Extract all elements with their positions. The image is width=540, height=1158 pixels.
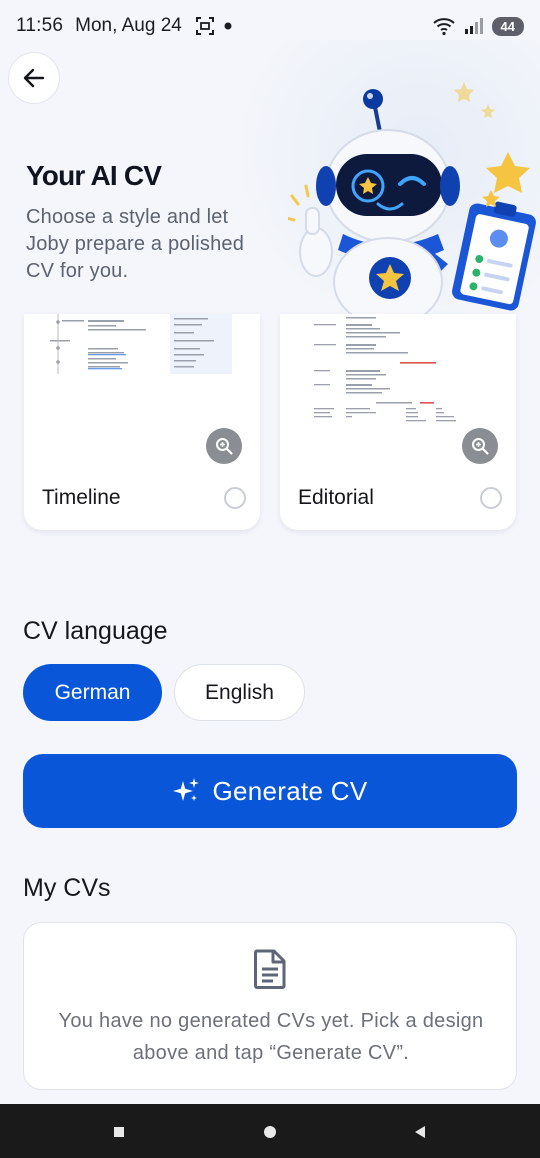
recents-button[interactable] xyxy=(114,1127,124,1137)
empty-state-card: You have no generated CVs yet. Pick a de… xyxy=(23,922,517,1090)
language-option-english[interactable]: English xyxy=(174,664,305,721)
template-card-timeline[interactable]: Timeline xyxy=(24,314,260,530)
template-radio[interactable] xyxy=(224,487,246,509)
status-bar: 11:56 Mon, Aug 24 44 xyxy=(0,0,540,52)
battery-indicator: 44 xyxy=(491,16,524,36)
language-selector: German English xyxy=(23,664,305,721)
page-title: Your AI CV xyxy=(26,160,162,191)
zoom-button[interactable] xyxy=(206,428,242,464)
cv-language-title: CV language xyxy=(23,617,168,645)
status-date: Mon, Aug 24 xyxy=(75,15,182,36)
language-option-german[interactable]: German xyxy=(23,664,162,721)
page-subtitle: Choose a style and let Joby prepare a po… xyxy=(26,206,245,282)
template-label: Editorial xyxy=(298,486,374,509)
robot-mascot-illustration xyxy=(288,82,536,318)
system-navigation-bar xyxy=(0,1104,540,1158)
template-card-editorial[interactable]: Editorial xyxy=(280,314,516,530)
home-button[interactable] xyxy=(264,1126,276,1138)
template-label: Timeline xyxy=(42,486,121,509)
zoom-in-icon xyxy=(216,438,233,455)
zoom-in-icon xyxy=(472,438,489,455)
back-button[interactable] xyxy=(8,52,60,104)
empty-state-message: You have no generated CVs yet. Pick a de… xyxy=(58,1010,484,1064)
wifi-icon xyxy=(432,18,455,36)
signal-icon xyxy=(464,18,483,34)
template-radio[interactable] xyxy=(480,487,502,509)
arrow-left-icon xyxy=(23,68,45,88)
document-icon xyxy=(254,949,286,989)
my-cvs-title: My CVs xyxy=(23,874,111,902)
notification-dot-icon xyxy=(224,22,232,30)
status-time: 11:56 xyxy=(16,15,64,36)
zoom-button[interactable] xyxy=(462,428,498,464)
screenshot-icon xyxy=(195,17,214,35)
generate-cv-button[interactable]: Generate CV xyxy=(23,754,517,828)
generate-cv-label: Generate CV xyxy=(212,775,368,806)
template-carousel: Timeline Editorial xyxy=(24,314,518,532)
nav-back-icon[interactable] xyxy=(414,1125,426,1139)
sparkles-icon xyxy=(173,778,200,801)
